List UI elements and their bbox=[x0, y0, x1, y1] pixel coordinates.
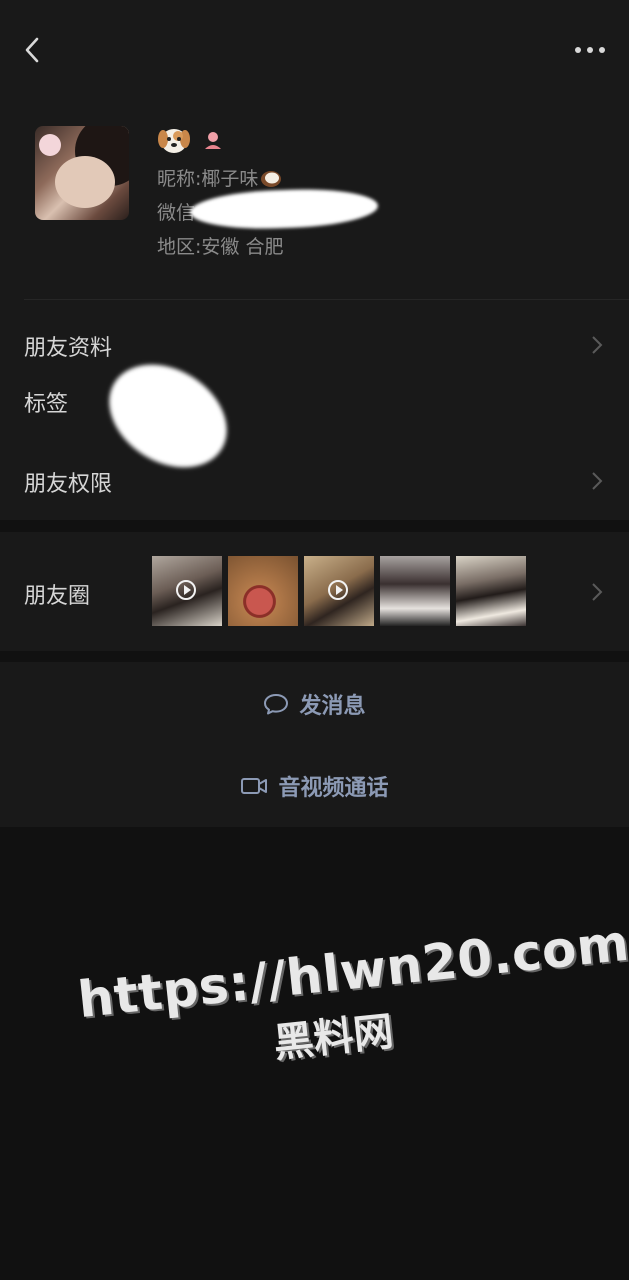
tags-row[interactable]: 标签 bbox=[0, 380, 629, 435]
friend-permissions-label: 朋友权限 bbox=[24, 472, 113, 497]
nickname-line: 昵称:椰子味 bbox=[157, 164, 282, 191]
friend-profile-label: 朋友资料 bbox=[24, 336, 113, 361]
chat-bubble-icon bbox=[264, 694, 289, 715]
moment-thumbnail[interactable] bbox=[228, 556, 298, 626]
back-arrow-icon[interactable] bbox=[18, 34, 48, 66]
watermark: https://hlwn20.com 黑料网 bbox=[75, 914, 629, 1089]
moment-thumbnail-video[interactable] bbox=[304, 556, 374, 626]
play-icon bbox=[328, 580, 348, 600]
top-bar bbox=[0, 0, 629, 100]
moments-row[interactable]: 朋友圈 bbox=[0, 532, 629, 651]
action-panel: 发消息 音视频通话 bbox=[0, 662, 629, 827]
region-text: 地区:安徽 合肥 bbox=[157, 236, 284, 258]
more-options-icon[interactable] bbox=[573, 38, 607, 62]
region-line: 地区:安徽 合肥 bbox=[157, 232, 283, 259]
send-message-label: 发消息 bbox=[299, 694, 366, 719]
tags-label: 标签 bbox=[24, 392, 69, 417]
friend-profile-row[interactable]: 朋友资料 bbox=[0, 300, 629, 380]
nickname-text: 昵称:椰子味 bbox=[157, 168, 259, 190]
moments-label: 朋友圈 bbox=[24, 584, 91, 609]
female-gender-icon bbox=[205, 132, 221, 149]
avatar[interactable] bbox=[35, 126, 129, 220]
moment-thumbnail-video[interactable] bbox=[152, 556, 222, 626]
video-camera-icon bbox=[241, 778, 268, 794]
send-message-button[interactable]: 发消息 bbox=[0, 674, 629, 734]
redaction-scribble bbox=[189, 186, 379, 232]
moment-thumbnail[interactable] bbox=[456, 556, 526, 626]
dog-emoji-icon bbox=[158, 129, 190, 153]
play-icon bbox=[176, 580, 196, 600]
chevron-right-icon bbox=[592, 336, 603, 354]
coconut-emoji-icon bbox=[261, 171, 282, 187]
moments-thumbnails bbox=[152, 556, 526, 626]
video-call-label: 音视频通话 bbox=[278, 776, 389, 801]
chevron-right-icon bbox=[592, 472, 603, 490]
video-call-button[interactable]: 音视频通话 bbox=[0, 756, 629, 816]
profile-header: 昵称:椰子味 微信 地区:安徽 合肥 bbox=[0, 100, 629, 300]
nickname-emoji-row bbox=[158, 124, 224, 156]
moment-thumbnail[interactable] bbox=[380, 556, 450, 626]
friend-menu: 朋友资料 标签 朋友权限 bbox=[0, 300, 629, 520]
chevron-right-icon bbox=[592, 583, 603, 601]
friend-permissions-row[interactable]: 朋友权限 bbox=[0, 440, 629, 520]
